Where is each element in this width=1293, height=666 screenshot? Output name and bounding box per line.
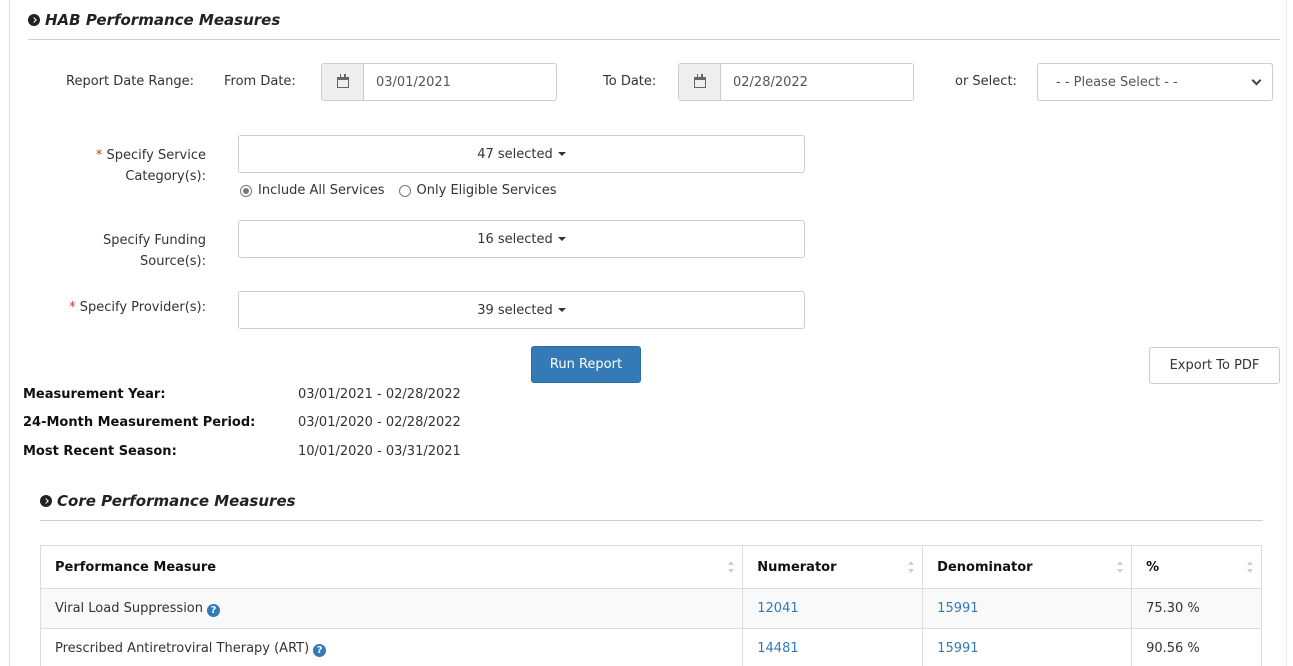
sort-icon (728, 561, 735, 573)
service-category-multiselect[interactable]: 47 selected (238, 135, 805, 173)
export-pdf-button[interactable]: Export To PDF (1149, 347, 1280, 384)
core-divider (40, 520, 1263, 521)
denominator-cell: 15991 (922, 588, 1133, 629)
sort-icon (1117, 561, 1124, 573)
percent-cell: 75.30 % (1131, 588, 1262, 629)
caret-down-icon (557, 308, 566, 312)
core-section-toggle[interactable]: Core Performance Measures (40, 492, 296, 510)
from-date-calendar-button[interactable] (322, 64, 364, 100)
core-section-title: Core Performance Measures (57, 492, 296, 510)
calendar-icon (693, 73, 706, 88)
recent-season-label: Most Recent Season: (23, 444, 177, 459)
funding-source-multiselect[interactable]: 16 selected (238, 220, 805, 258)
provider-multiselect[interactable]: 39 selected (238, 291, 805, 329)
percent-cell: 90.56 % (1131, 628, 1262, 666)
required-marker: * (95, 148, 103, 163)
calendar-icon (336, 73, 349, 88)
numerator-cell: 14481 (742, 628, 924, 666)
measurement-period-value: 03/01/2020 - 02/28/2022 (298, 415, 461, 430)
radio-only-eligible-label[interactable]: Only Eligible Services (417, 183, 557, 198)
radio-include-all-label[interactable]: Include All Services (258, 183, 385, 198)
question-circle-icon[interactable]: ? (207, 603, 220, 617)
numerator-cell: 12041 (742, 588, 924, 629)
chevron-down-icon (1251, 75, 1262, 86)
sort-icon (1247, 561, 1253, 573)
table-row: Viral Load Suppression? 12041 15991 75.3… (39, 588, 1262, 629)
to-date-label: To Date: (603, 74, 657, 89)
denominator-cell: 15991 (922, 628, 1133, 666)
page-title: HAB Performance Measures (45, 11, 281, 29)
denominator-link[interactable]: 15991 (937, 641, 978, 656)
numerator-link[interactable]: 12041 (757, 601, 798, 616)
table-row: Prescribed Antiretroviral Therapy (ART)?… (39, 628, 1262, 666)
run-report-button[interactable]: Run Report (531, 346, 641, 383)
question-circle-icon[interactable]: ? (313, 643, 327, 657)
recent-season-value: 10/01/2020 - 03/31/2021 (298, 444, 461, 459)
provider-value: 39 selected (477, 302, 553, 318)
service-category-label: * Specify Service Category(s): (95, 148, 206, 184)
from-date-value: 03/01/2021 (376, 74, 451, 90)
col-performance-measure[interactable]: Performance Measure (39, 545, 744, 589)
page: HAB Performance Measures Report Date Ran… (0, 0, 1293, 666)
numerator-link[interactable]: 14481 (757, 641, 798, 656)
from-date-label: From Date: (224, 74, 296, 89)
funding-source-value: 16 selected (477, 231, 553, 247)
caret-down-icon (557, 237, 566, 241)
measure-cell: Viral Load Suppression? (39, 588, 744, 629)
radio-include-all[interactable] (240, 184, 252, 197)
measurement-year-row: Measurement Year: 03/01/2021 - 02/28/202… (23, 387, 461, 402)
chevron-circle-right-icon (40, 495, 52, 507)
date-preset-select[interactable]: - - Please Select - - (1037, 63, 1273, 101)
measurement-year-label: Measurement Year: (23, 387, 166, 402)
left-border (9, 0, 10, 666)
measurement-period-label: 24-Month Measurement Period: (23, 415, 256, 430)
recent-season-row: Most Recent Season: 10/01/2020 - 03/31/2… (23, 444, 461, 459)
measure-cell: Prescribed Antiretroviral Therapy (ART)? (39, 628, 744, 666)
measurement-period-row: 24-Month Measurement Period: 03/01/2020 … (23, 415, 461, 430)
header-divider (28, 39, 1280, 40)
sort-icon (908, 561, 915, 573)
to-date-calendar-button[interactable] (679, 64, 721, 100)
required-marker: * (69, 300, 76, 315)
col-percent[interactable]: % (1131, 545, 1262, 589)
or-select-label: or Select: (955, 74, 1017, 89)
table-header-row: Performance Measure Numerator Denominato… (39, 545, 1262, 589)
col-numerator[interactable]: Numerator (742, 545, 924, 589)
funding-source-label: Specify Funding Source(s): (102, 233, 206, 269)
col-denominator[interactable]: Denominator (922, 545, 1133, 589)
caret-down-icon (557, 152, 566, 156)
hab-section-toggle[interactable]: HAB Performance Measures (28, 11, 280, 29)
radio-only-eligible[interactable] (398, 184, 411, 197)
date-preset-value: - - Please Select - - (1056, 74, 1178, 90)
core-measures-table: Performance Measure Numerator Denominato… (39, 545, 1262, 666)
chevron-circle-right-icon (28, 14, 40, 26)
service-scope-radio-group: Include All Services Only Eligible Servi… (240, 183, 557, 198)
right-border (1286, 0, 1287, 666)
denominator-link[interactable]: 15991 (937, 601, 978, 616)
provider-label: * Specify Provider(s): (69, 300, 206, 315)
measurement-year-value: 03/01/2021 - 02/28/2022 (298, 387, 461, 402)
from-date-field[interactable]: 03/01/2021 (321, 63, 557, 101)
to-date-field[interactable]: 02/28/2022 (678, 63, 914, 101)
report-date-range-label: Report Date Range: (66, 74, 195, 89)
service-category-value: 47 selected (477, 146, 553, 162)
to-date-value: 02/28/2022 (733, 74, 808, 90)
